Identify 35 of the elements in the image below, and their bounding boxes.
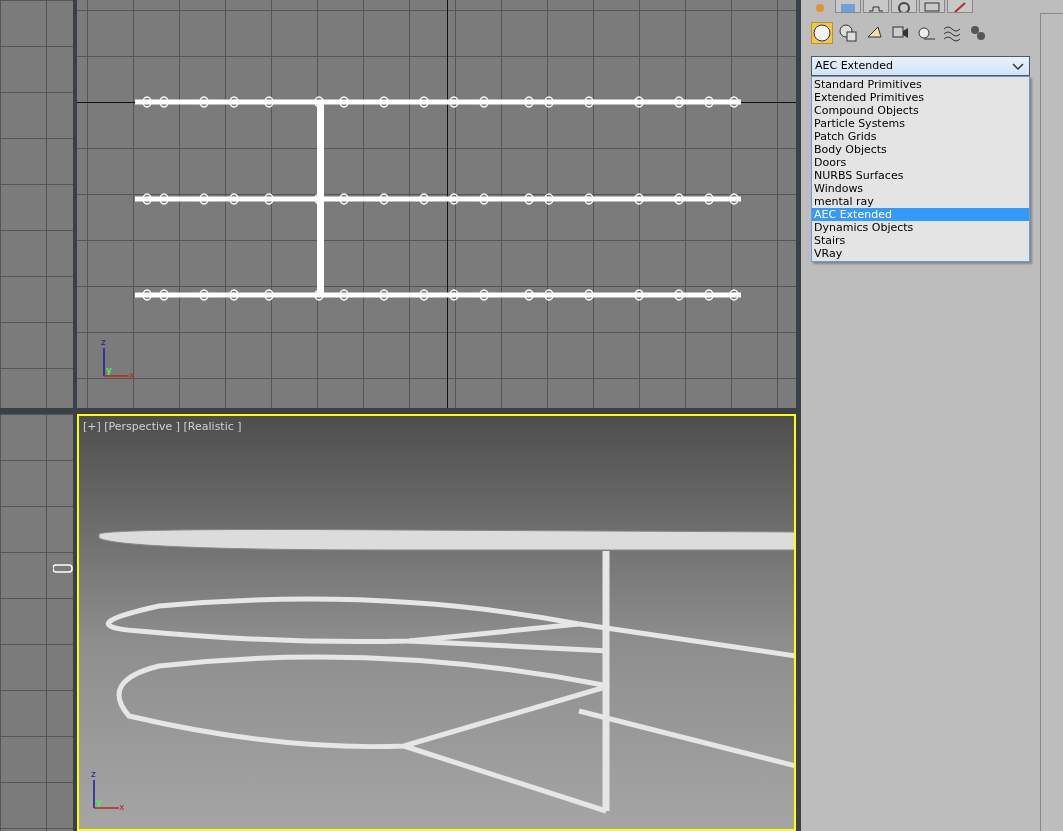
wireframe-drawing bbox=[53, 564, 73, 574]
dropdown-option[interactable]: Doors bbox=[812, 156, 1029, 169]
dropdown-option[interactable]: VRay bbox=[812, 247, 1029, 260]
dropdown-option[interactable]: Body Objects bbox=[812, 143, 1029, 156]
x-axis-label: x bbox=[119, 803, 125, 812]
dropdown-option[interactable]: mental ray bbox=[812, 195, 1029, 208]
z-axis-label: z bbox=[91, 770, 96, 779]
dropdown-option[interactable]: Compound Objects bbox=[812, 104, 1029, 117]
perspective-viewport[interactable]: [+] [Perspective ] [Realistic ] z y x bbox=[77, 414, 796, 831]
shapes-button[interactable] bbox=[837, 22, 859, 44]
hierarchy-tab[interactable] bbox=[863, 0, 889, 13]
systems-icon bbox=[968, 23, 988, 43]
display-tab[interactable] bbox=[919, 0, 945, 13]
caret-icon bbox=[1012, 63, 1024, 71]
category-dropdown[interactable]: AEC Extended bbox=[811, 56, 1030, 76]
modify-tab[interactable] bbox=[835, 0, 861, 13]
dropdown-option[interactable]: Patch Grids bbox=[812, 130, 1029, 143]
dropdown-option[interactable]: Standard Primitives bbox=[812, 78, 1029, 91]
x-axis-label: x bbox=[129, 371, 135, 380]
spacewarps-icon bbox=[942, 23, 962, 43]
dropdown-option[interactable]: Windows bbox=[812, 182, 1029, 195]
z-axis-label: z bbox=[101, 338, 106, 347]
dropdown-option[interactable]: Particle Systems bbox=[812, 117, 1029, 130]
dropdown-option[interactable]: Dynamics Objects bbox=[812, 221, 1029, 234]
dropdown-option[interactable]: NURBS Surfaces bbox=[812, 169, 1029, 182]
y-axis-label: y bbox=[96, 798, 102, 807]
dropdown-option[interactable]: Extended Primitives bbox=[812, 91, 1029, 104]
y-axis-label: y bbox=[106, 366, 112, 375]
motion-tab[interactable] bbox=[891, 0, 917, 13]
geometry-icon bbox=[812, 23, 832, 43]
shapes-icon bbox=[838, 23, 858, 43]
viewport-label[interactable]: [+] [Perspective ] [Realistic ] bbox=[83, 420, 242, 433]
utilities-tab[interactable] bbox=[947, 0, 973, 13]
dropdown-option[interactable]: Stairs bbox=[812, 234, 1029, 247]
geometry-button[interactable] bbox=[811, 22, 833, 44]
